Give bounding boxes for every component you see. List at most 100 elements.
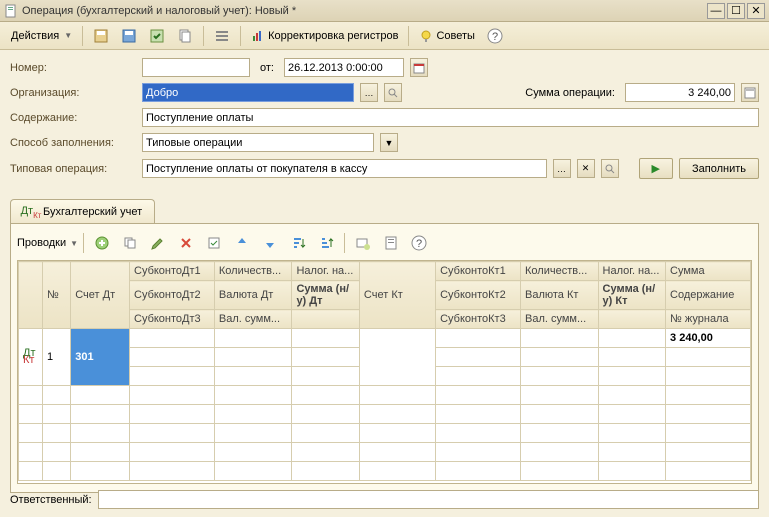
- list-icon[interactable]: [209, 25, 235, 47]
- dtkt-icon: ДтКт: [23, 204, 39, 220]
- col-sum: Сумма: [666, 262, 751, 281]
- col-icon: [19, 262, 43, 329]
- move-up-icon[interactable]: [229, 232, 255, 254]
- number-input[interactable]: [142, 58, 250, 77]
- entries-grid[interactable]: № Счет Дт СубконтоДт1 Количеств... Налог…: [17, 260, 752, 484]
- col-sum-nu-dt: Сумма (н/у) Дт: [292, 281, 359, 310]
- method-label: Способ заполнения:: [10, 137, 136, 149]
- col-sub-kt1: СубконтоКт1: [436, 262, 521, 281]
- doc-icon: [4, 4, 18, 18]
- end-edit-icon[interactable]: [201, 232, 227, 254]
- col-sub-kt2: СубконтоКт2: [436, 281, 521, 310]
- tab-body: Проводки ▼ ? № Счет Дт СубконтоДт1 Колич…: [10, 223, 759, 493]
- sort-desc-icon[interactable]: [313, 232, 339, 254]
- entries-label: Проводки: [17, 237, 66, 249]
- main-toolbar: Действия▼ Корректировка регистров Советы…: [0, 22, 769, 50]
- col-sum-nu-kt: Сумма (н/у) Кт: [598, 281, 665, 310]
- col-sub-dt1: СубконтоДт1: [130, 262, 215, 281]
- date-input[interactable]: 26.12.2013 0:00:00: [284, 58, 404, 77]
- table-row: [19, 424, 751, 443]
- sum-calc-button[interactable]: [741, 83, 759, 102]
- form-area: Номер: от: 26.12.2013 0:00:00 Организаци…: [0, 50, 769, 193]
- responsible-label: Ответственный:: [10, 494, 92, 506]
- col-sub-dt3: СубконтоДт3: [130, 310, 215, 329]
- tab-row: ДтКт Бухгалтерский учет: [0, 199, 769, 223]
- template-clear-button[interactable]: ✕: [577, 159, 595, 178]
- tab-accounting[interactable]: ДтКт Бухгалтерский учет: [10, 199, 155, 223]
- sum-label: Сумма операции:: [525, 87, 615, 99]
- sort-asc-icon[interactable]: [285, 232, 311, 254]
- play-button[interactable]: ▶: [639, 158, 673, 179]
- org-search-button[interactable]: [384, 83, 402, 102]
- col-cursum-kt: Вал. сумм...: [521, 310, 599, 329]
- maximize-button[interactable]: ☐: [727, 3, 745, 19]
- col-cursum-dt: Вал. сумм...: [214, 310, 292, 329]
- post-icon[interactable]: [144, 25, 170, 47]
- number-label: Номер:: [10, 62, 136, 74]
- filter-icon[interactable]: [378, 232, 404, 254]
- save-icon[interactable]: [116, 25, 142, 47]
- method-dropdown-button[interactable]: ▼: [380, 133, 398, 152]
- minimize-button[interactable]: —: [707, 3, 725, 19]
- copy-doc-icon[interactable]: [172, 25, 198, 47]
- actions-menu[interactable]: Действия▼: [6, 25, 77, 47]
- cell-num[interactable]: 1: [42, 329, 70, 386]
- col-cur-kt: Валюта Кт: [521, 281, 599, 310]
- table-row: [19, 462, 751, 481]
- content-label: Содержание:: [10, 112, 136, 124]
- org-ellipsis-button[interactable]: …: [360, 83, 378, 102]
- close-button[interactable]: ✕: [747, 3, 765, 19]
- template-label: Типовая операция:: [10, 163, 136, 175]
- help2-icon[interactable]: ?: [406, 232, 432, 254]
- template-ellipsis-button[interactable]: …: [553, 159, 571, 178]
- col-acc-kt: Счет Кт: [359, 262, 435, 329]
- help-icon[interactable]: ?: [482, 25, 508, 47]
- window-title: Операция (бухгалтерский и налоговый учет…: [22, 5, 707, 17]
- col-num: №: [42, 262, 70, 329]
- save-and-close-icon[interactable]: [88, 25, 114, 47]
- col-content: Содержание: [666, 281, 751, 310]
- col-acc-dt: Счет Дт: [71, 262, 130, 329]
- col-tax-dt: Налог. на...: [292, 262, 359, 281]
- tips-button[interactable]: Советы: [414, 25, 479, 47]
- template-search-button[interactable]: [601, 159, 619, 178]
- method-select[interactable]: Типовые операции: [142, 133, 374, 152]
- fill-button[interactable]: Заполнить: [679, 158, 759, 179]
- template-input[interactable]: Поступление оплаты от покупателя в кассу: [142, 159, 547, 178]
- entries-toolbar: Проводки ▼ ?: [17, 230, 752, 256]
- add-row-icon[interactable]: [89, 232, 115, 254]
- edit-row-icon[interactable]: [145, 232, 171, 254]
- table-row[interactable]: ДтКт 1 301 3 240,00: [19, 329, 751, 348]
- col-journal: № журнала: [666, 310, 751, 329]
- col-cur-dt: Валюта Дт: [214, 281, 292, 310]
- table-row: [19, 386, 751, 405]
- search-icon: [604, 163, 616, 175]
- from-label: от:: [260, 62, 274, 74]
- col-sub-kt3: СубконтоКт3: [436, 310, 521, 329]
- row-type-icon: ДтКт: [19, 329, 43, 386]
- copy-row-icon[interactable]: [117, 232, 143, 254]
- col-sub-dt2: СубконтоДт2: [130, 281, 215, 310]
- content-input[interactable]: Поступление оплаты: [142, 108, 759, 127]
- svg-text:?: ?: [492, 31, 498, 43]
- date-picker-button[interactable]: [410, 58, 428, 77]
- col-qty-dt: Количеств...: [214, 262, 292, 281]
- cell-acc-dt[interactable]: 301: [71, 329, 130, 386]
- delete-row-icon[interactable]: [173, 232, 199, 254]
- cell-sum[interactable]: 3 240,00: [666, 329, 751, 348]
- footer: Ответственный:: [10, 490, 759, 509]
- settings-row-icon[interactable]: [350, 232, 376, 254]
- sum-input[interactable]: 3 240,00: [625, 83, 735, 102]
- table-row: [19, 443, 751, 462]
- titlebar: Операция (бухгалтерский и налоговый учет…: [0, 0, 769, 22]
- table-row: [19, 405, 751, 424]
- svg-text:?: ?: [416, 238, 422, 250]
- org-input[interactable]: Добро: [142, 83, 354, 102]
- search-icon: [387, 87, 399, 99]
- registers-button[interactable]: Корректировка регистров: [246, 25, 403, 47]
- col-qty-kt: Количеств...: [521, 262, 599, 281]
- responsible-input[interactable]: [98, 490, 759, 509]
- org-label: Организация:: [10, 87, 136, 99]
- move-down-icon[interactable]: [257, 232, 283, 254]
- col-tax-kt: Налог. на...: [598, 262, 665, 281]
